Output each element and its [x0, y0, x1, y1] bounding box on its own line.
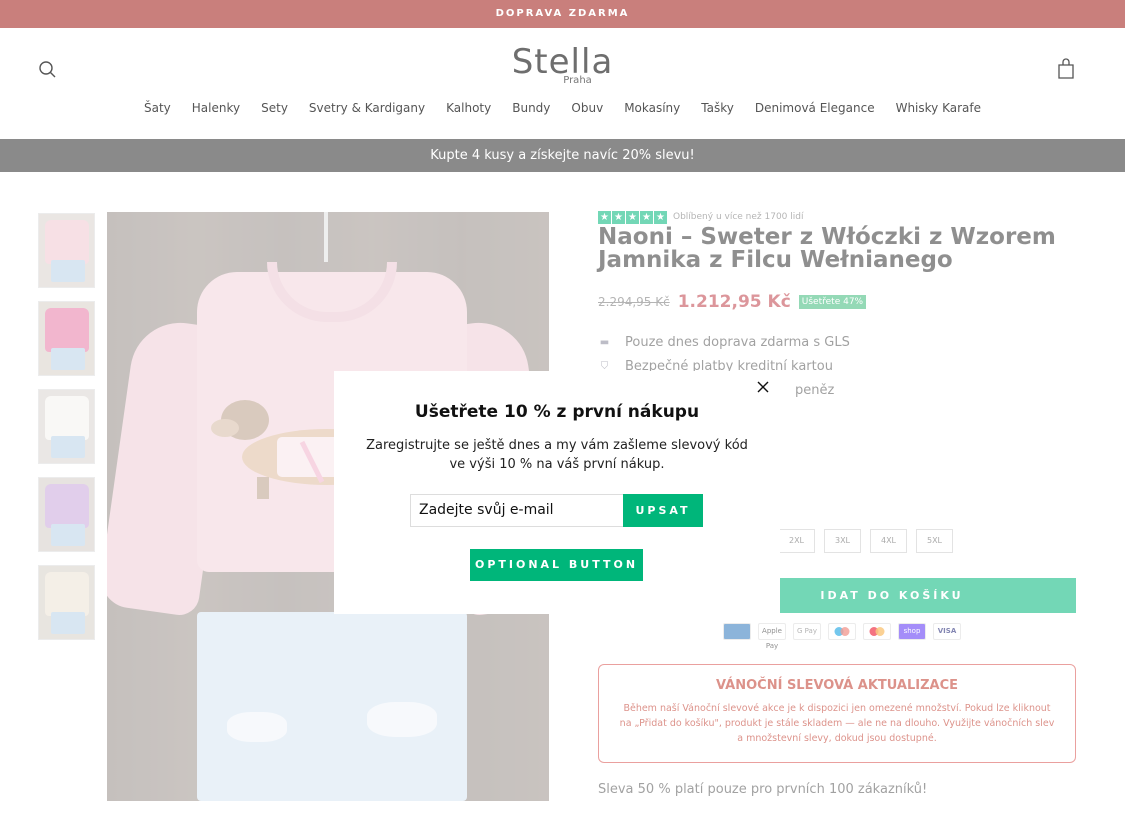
optional-button[interactable]: OPTIONAL BUTTON [470, 549, 643, 581]
close-icon[interactable] [755, 379, 771, 395]
announcement-bar: DOPRAVA ZDARMA [0, 0, 1125, 28]
nav-item-mokasiny[interactable]: Mokasíny [624, 101, 680, 115]
logo-sub: Praha [563, 75, 592, 86]
main-nav: Šaty Halenky Sety Svetry & Kardigany Kal… [0, 101, 1125, 115]
promo-bar: Kupte 4 kusy a získejte navíc 20% slevu! [0, 139, 1125, 172]
nav-item-bundy[interactable]: Bundy [512, 101, 550, 115]
newsletter-modal: Ušetřete 10 % z první nákupu Zaregistruj… [334, 371, 780, 614]
nav-item-obuv[interactable]: Obuv [571, 101, 603, 115]
site-header: Stella Praha Šaty Halenky Sety Svetry & … [0, 28, 1125, 139]
nav-item-saty[interactable]: Šaty [144, 101, 171, 115]
signup-form: Zadejte svůj e-mail UPSAT [410, 494, 703, 527]
nav-item-svetry[interactable]: Svetry & Kardigany [309, 101, 425, 115]
email-input[interactable]: Zadejte svůj e-mail [410, 494, 623, 527]
modal-title: Ušetřete 10 % z první nákupu [414, 402, 700, 422]
nav-item-whisky[interactable]: Whisky Karafe [896, 101, 981, 115]
cart-icon[interactable] [1056, 58, 1076, 80]
nav-item-halenky[interactable]: Halenky [192, 101, 240, 115]
nav-item-denim[interactable]: Denimová Elegance [755, 101, 875, 115]
modal-text: Zaregistrujte se ještě dnes a my vám zaš… [366, 438, 748, 472]
store-logo[interactable]: Stella Praha [0, 42, 1125, 86]
nav-item-tasky[interactable]: Tašky [701, 101, 734, 115]
nav-item-kalhoty[interactable]: Kalhoty [446, 101, 491, 115]
subscribe-button[interactable]: UPSAT [623, 494, 703, 527]
nav-item-sety[interactable]: Sety [261, 101, 288, 115]
